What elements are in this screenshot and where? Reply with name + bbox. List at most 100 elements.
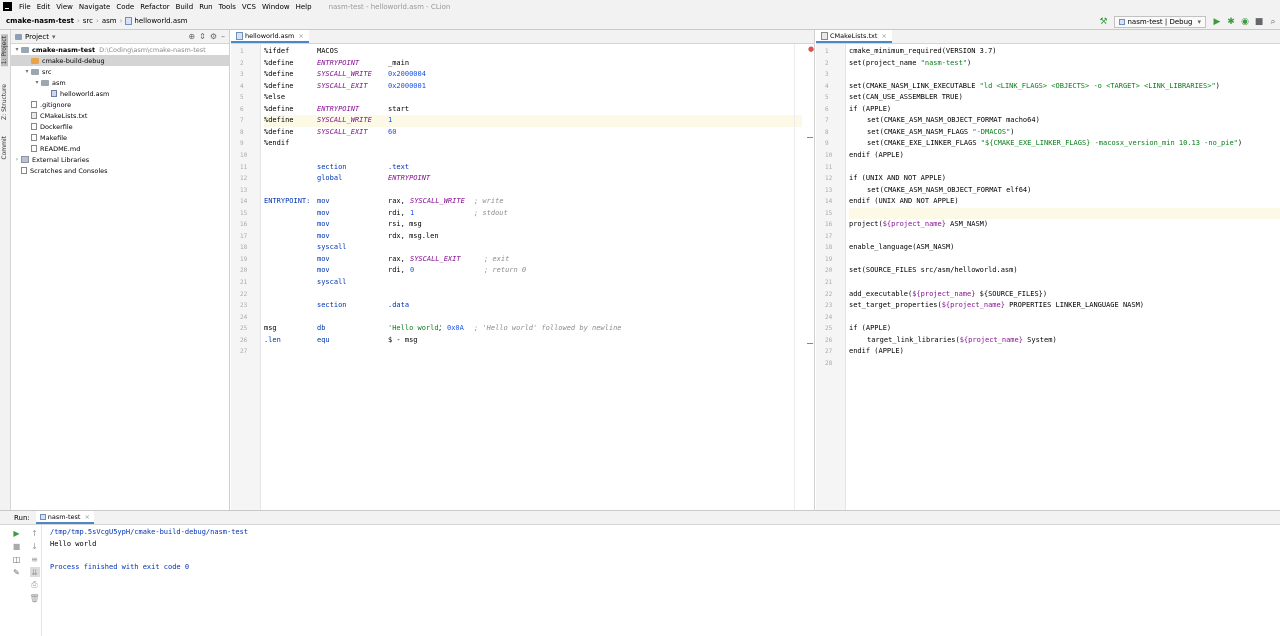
print-icon[interactable]: ⎙ bbox=[30, 580, 40, 590]
tree-item[interactable]: Scratches and Consoles bbox=[11, 165, 229, 176]
code-token: db bbox=[317, 324, 326, 333]
menu-help[interactable]: Help bbox=[293, 3, 315, 11]
run-icon[interactable]: ▶ bbox=[1211, 16, 1223, 28]
code-token: ) bbox=[1215, 81, 1220, 90]
scroll-to-end-icon[interactable]: ⇊ bbox=[29, 567, 40, 577]
project-toolbar-icons: ⊕ ⇕ ⚙ – bbox=[188, 32, 225, 41]
chevron-icon: ▾ bbox=[35, 79, 39, 86]
close-icon[interactable]: × bbox=[84, 513, 89, 521]
menu-edit[interactable]: Edit bbox=[34, 3, 54, 11]
tree-item[interactable]: CMakeLists.txt bbox=[11, 110, 229, 121]
tree-item[interactable]: Makefile bbox=[11, 132, 229, 143]
chevron-icon: ▾ bbox=[15, 46, 19, 53]
gear-icon[interactable]: ⚙ bbox=[210, 32, 217, 41]
menu-window[interactable]: Window bbox=[259, 3, 293, 11]
run-config-select[interactable]: nasm-test | Debug ▾ bbox=[1114, 15, 1206, 28]
chevron-down-icon[interactable]: ▾ bbox=[52, 33, 56, 41]
tree-item[interactable]: ▾ src bbox=[11, 66, 229, 77]
scroll-down-icon[interactable]: ↓ bbox=[30, 541, 40, 551]
tree-item[interactable]: README.md bbox=[11, 143, 229, 154]
code-token: syscall bbox=[317, 278, 347, 286]
tree-item[interactable]: ▾ asm bbox=[11, 77, 229, 88]
tree-item[interactable]: Dockerfile bbox=[11, 121, 229, 132]
search-icon[interactable]: ⌕ bbox=[1267, 16, 1279, 28]
tree-item[interactable]: helloworld.asm bbox=[11, 88, 229, 99]
menu-run[interactable]: Run bbox=[196, 3, 215, 11]
rerun-icon[interactable]: ▶ bbox=[12, 528, 22, 538]
run-config-label: nasm-test | Debug bbox=[1127, 17, 1193, 26]
code-line: %define ENTRYPOINT _main bbox=[264, 58, 802, 70]
code-token: , bbox=[438, 324, 447, 333]
code-token: %define bbox=[264, 58, 294, 67]
line-number: 23 bbox=[825, 302, 833, 310]
line-number: 10 bbox=[825, 151, 833, 159]
tree-item[interactable]: .gitignore bbox=[11, 99, 229, 110]
project-toolbar: Project ▾ ⊕ ⇕ ⚙ – bbox=[11, 30, 229, 44]
tree-item[interactable]: ▾ cmake-nasm-test D:\Coding\asm\cmake-nasm… bbox=[11, 44, 229, 55]
stop-icon[interactable]: ■ bbox=[12, 541, 22, 551]
line-number: 9 bbox=[825, 140, 829, 148]
line-number-gutter: 1 2 3 4 5 6 7 8 9 10 11 12 13 14 15 16 17 18 19 20 21 22 23 24 2… bbox=[231, 44, 261, 510]
menu-file[interactable]: File bbox=[16, 3, 34, 11]
breadcrumb-file[interactable]: helloworld.asm bbox=[122, 17, 190, 25]
restore-layout-icon[interactable]: ◫ bbox=[12, 554, 22, 564]
coverage-icon[interactable]: ◉ bbox=[1239, 16, 1251, 28]
tool-tab-project[interactable]: 1: Project bbox=[1, 34, 8, 67]
console-line: Hello world bbox=[50, 539, 97, 548]
menu-vcs[interactable]: VCS bbox=[239, 3, 259, 11]
line-number: 20 bbox=[240, 267, 248, 275]
tree-item[interactable]: › External Libraries bbox=[11, 154, 229, 165]
menu-build[interactable]: Build bbox=[173, 3, 197, 11]
soft-wrap-icon[interactable]: ≡ bbox=[30, 554, 40, 564]
line-number: 3 bbox=[825, 71, 829, 79]
stop-icon[interactable]: ■ bbox=[1253, 16, 1265, 28]
tab-helloworld-asm[interactable]: helloworld.asm × bbox=[231, 30, 309, 43]
code-line: set(CMAKE_ASM_NASM_OBJECT_FORMAT elf64) bbox=[849, 185, 1280, 197]
tool-tab-structure[interactable]: Z: Structure bbox=[1, 82, 8, 122]
code-token: SYSCALL_WRITE bbox=[410, 197, 465, 206]
tab-label: CMakeLists.txt bbox=[830, 31, 878, 40]
code-token: ; return 0 bbox=[484, 266, 527, 275]
menu-refactor[interactable]: Refactor bbox=[137, 3, 172, 11]
code-token: rax, bbox=[388, 254, 410, 263]
breadcrumb-asm[interactable]: asm bbox=[99, 17, 120, 25]
menu-navigate[interactable]: Navigate bbox=[76, 3, 113, 11]
locate-icon[interactable]: ⊕ bbox=[188, 32, 195, 41]
menu-view[interactable]: View bbox=[53, 3, 76, 11]
hide-icon[interactable]: – bbox=[221, 32, 225, 41]
tool-tab-commit[interactable]: Commit bbox=[1, 134, 8, 162]
debug-icon[interactable]: ✱ bbox=[1225, 16, 1237, 28]
menu-tools[interactable]: Tools bbox=[216, 3, 239, 11]
breadcrumb-src[interactable]: src bbox=[80, 17, 96, 25]
console-output[interactable]: /tmp/tmp.5sVcgU5ypH/cmake-build-debug/na… bbox=[50, 527, 248, 573]
code-token: %define bbox=[264, 127, 294, 136]
code-token: set(CMAKE_EXE_LINKER_FLAGS bbox=[867, 139, 981, 148]
collapse-icon[interactable]: ⇕ bbox=[199, 32, 206, 41]
code-line: project(${project_name} ASM_NASM) bbox=[849, 219, 1280, 231]
build-hammer-icon[interactable]: ⚒ bbox=[1097, 16, 1109, 28]
tree-item-label: Makefile bbox=[40, 133, 68, 142]
breadcrumb-project[interactable]: cmake-nasm-test bbox=[0, 17, 77, 25]
trash-icon[interactable]: 🗑 bbox=[29, 593, 39, 603]
run-tab-nasm-test[interactable]: nasm-test × bbox=[35, 511, 94, 524]
close-icon[interactable]: × bbox=[298, 32, 303, 40]
run-panel-header: Run: nasm-test × bbox=[0, 511, 1280, 525]
code-token: syscall bbox=[317, 243, 347, 252]
close-icon[interactable]: × bbox=[881, 32, 886, 40]
cmake-code-area[interactable]: cmake_minimum_required(VERSION 3.7) set(p… bbox=[849, 44, 1280, 510]
menu-code[interactable]: Code bbox=[113, 3, 137, 11]
asm-code-area[interactable]: %ifdef MACOS %define ENTRYPOINT _main %define… bbox=[264, 44, 802, 510]
error-indicator-icon[interactable]: ● bbox=[808, 45, 814, 53]
line-number: 24 bbox=[240, 313, 248, 321]
line-number: 15 bbox=[825, 209, 833, 217]
tree-item[interactable]: cmake-build-debug bbox=[11, 55, 229, 66]
scroll-up-icon[interactable]: ↑ bbox=[30, 528, 40, 538]
pin-icon[interactable]: ✎ bbox=[12, 567, 22, 577]
cmake-file-icon bbox=[31, 112, 37, 119]
line-number: 18 bbox=[825, 244, 833, 252]
code-token: set(project_name bbox=[849, 58, 921, 67]
tab-cmakelists[interactable]: CMakeLists.txt × bbox=[816, 30, 892, 43]
toolbar-right: ⚒ nasm-test | Debug ▾ ▶ ✱ ◉ ■ ⌕ bbox=[1096, 13, 1280, 30]
project-panel-title[interactable]: Project bbox=[25, 33, 49, 41]
